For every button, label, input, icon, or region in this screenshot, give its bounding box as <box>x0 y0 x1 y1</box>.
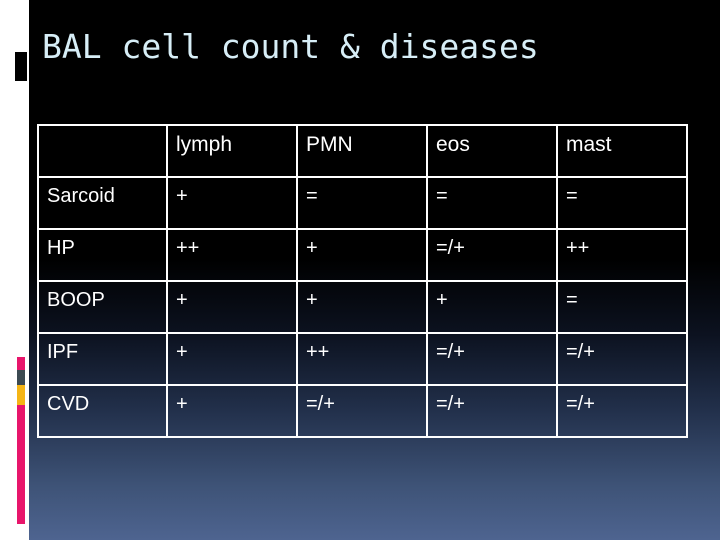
cell-disease: CVD <box>37 384 168 438</box>
cell-eos: =/+ <box>426 384 558 438</box>
cell-pmn: ++ <box>296 332 428 386</box>
cell-pmn: =/+ <box>296 384 428 438</box>
cell-mast: =/+ <box>556 332 688 386</box>
cell-pmn: + <box>296 228 428 282</box>
cell-mast: =/+ <box>556 384 688 438</box>
deco-segment-magenta-bottom <box>17 405 25 524</box>
column-header-disease <box>37 124 168 178</box>
cell-eos: =/+ <box>426 332 558 386</box>
cell-lymph: + <box>166 280 298 334</box>
cell-mast: = <box>556 280 688 334</box>
cell-disease: BOOP <box>37 280 168 334</box>
cell-disease: Sarcoid <box>37 176 168 230</box>
cell-mast: = <box>556 176 688 230</box>
table-row: CVD + =/+ =/+ =/+ <box>37 384 688 438</box>
cell-eos: =/+ <box>426 228 558 282</box>
table-row: BOOP + + + = <box>37 280 688 334</box>
bal-table-container: lymph PMN eos mast Sarcoid + = = = HP ++ <box>37 124 688 438</box>
cell-lymph: ++ <box>166 228 298 282</box>
deco-segment-magenta-top <box>17 357 25 370</box>
cell-lymph: + <box>166 176 298 230</box>
bal-cell-count-table: lymph PMN eos mast Sarcoid + = = = HP ++ <box>37 124 688 438</box>
cell-lymph: + <box>166 332 298 386</box>
deco-segment-slate <box>17 370 25 385</box>
column-header-lymph: lymph <box>166 124 298 178</box>
accent-block-decoration <box>15 52 27 81</box>
slide: BAL cell count & diseases lymph PMN eos … <box>0 0 720 540</box>
cell-eos: = <box>426 176 558 230</box>
table-row: IPF + ++ =/+ =/+ <box>37 332 688 386</box>
cell-eos: + <box>426 280 558 334</box>
cell-lymph: + <box>166 384 298 438</box>
cell-mast: ++ <box>556 228 688 282</box>
vertical-decoration-bar <box>17 357 25 524</box>
column-header-eos: eos <box>426 124 558 178</box>
table-header-row: lymph PMN eos mast <box>37 124 688 178</box>
cell-pmn: = <box>296 176 428 230</box>
column-header-pmn: PMN <box>296 124 428 178</box>
table-row: HP ++ + =/+ ++ <box>37 228 688 282</box>
table-row: Sarcoid + = = = <box>37 176 688 230</box>
cell-pmn: + <box>296 280 428 334</box>
cell-disease: HP <box>37 228 168 282</box>
column-header-mast: mast <box>556 124 688 178</box>
deco-segment-orange <box>17 385 25 405</box>
slide-title: BAL cell count & diseases <box>42 27 539 66</box>
cell-disease: IPF <box>37 332 168 386</box>
